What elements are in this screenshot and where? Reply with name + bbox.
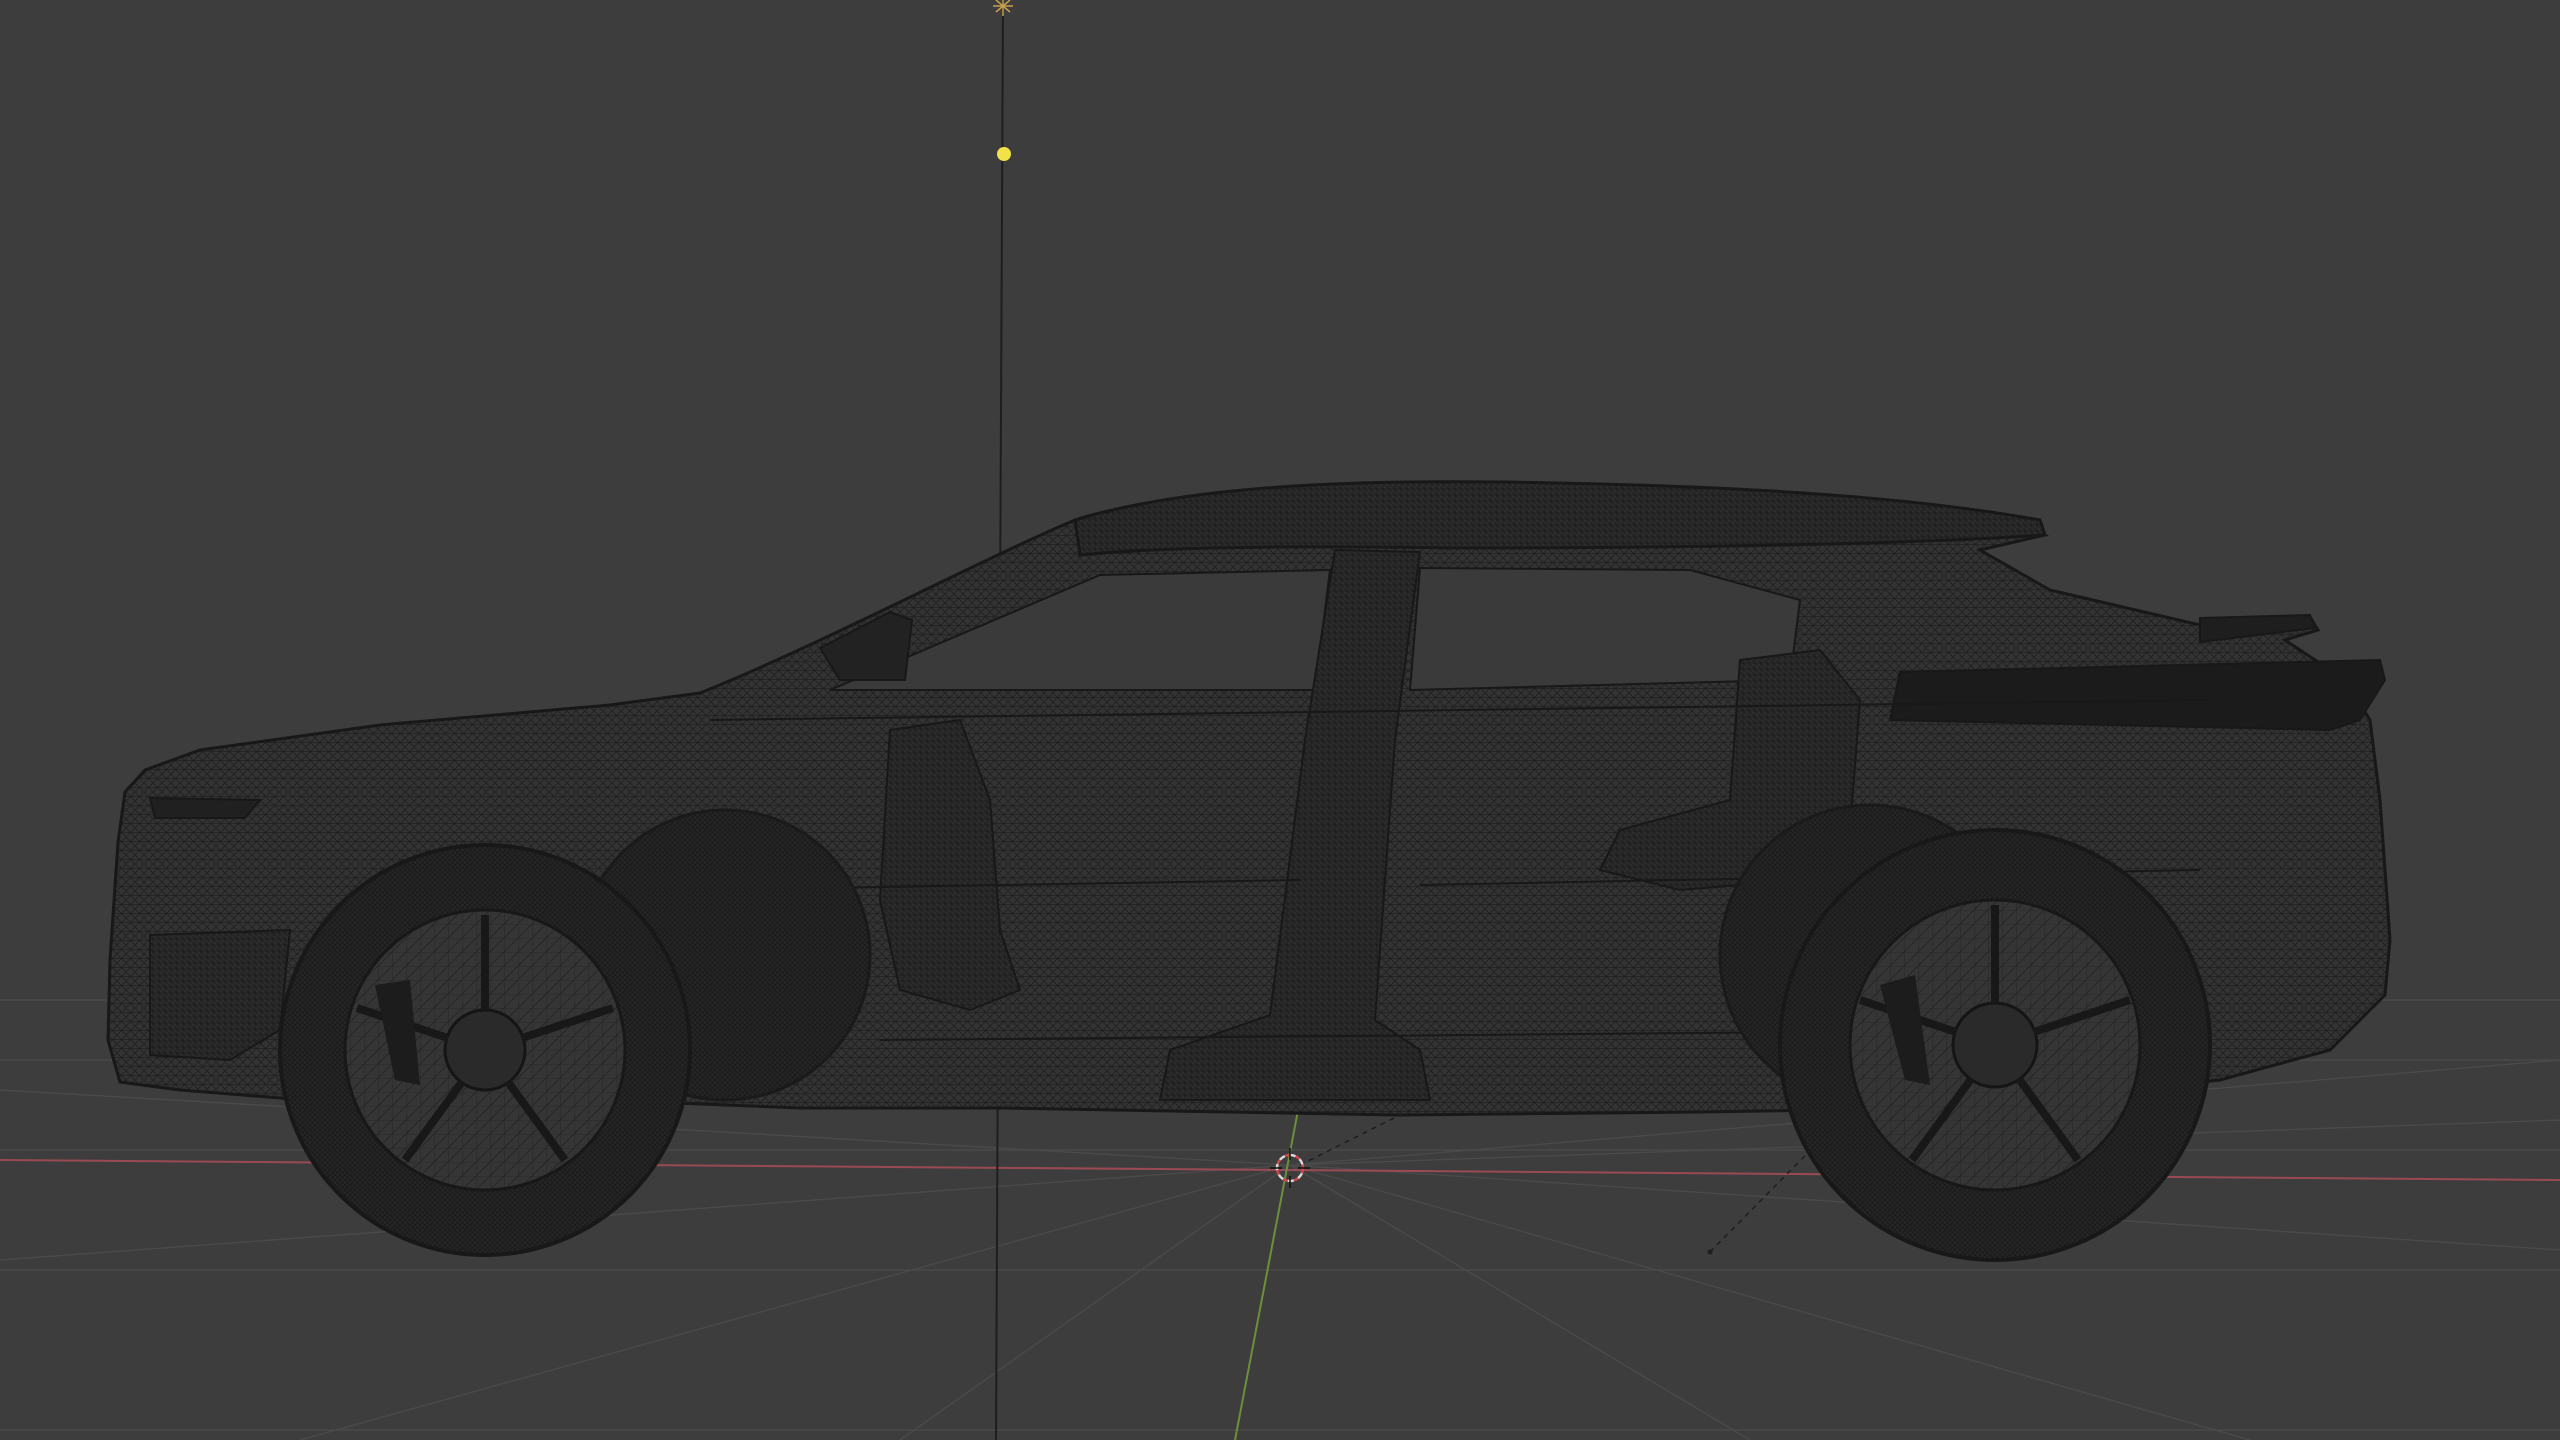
headlight [148, 796, 263, 819]
front-wheel[interactable] [278, 843, 692, 1257]
3d-viewport[interactable] [0, 0, 2560, 1440]
3d-cursor-icon[interactable] [1270, 1148, 1310, 1188]
origin-dot-icon [1707, 1249, 1713, 1255]
rear-wheel[interactable] [1778, 828, 2212, 1262]
viewport-canvas[interactable] [0, 0, 2560, 1440]
light-bulb-icon[interactable] [993, 0, 1013, 16]
rear-spoiler-lower [1888, 658, 2387, 732]
light-origin-dot[interactable] [997, 147, 1011, 161]
